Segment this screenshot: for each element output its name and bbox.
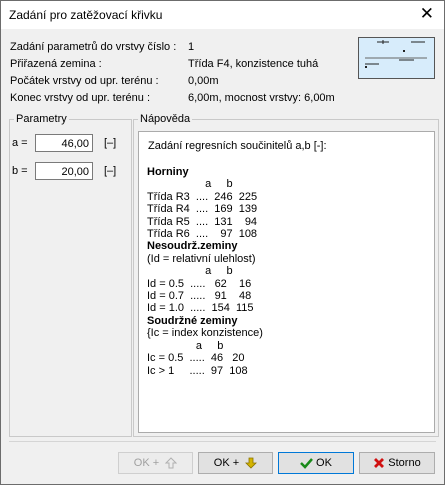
help-title: Zadání regresních součinitelů a,b [-]: bbox=[148, 140, 327, 152]
title-bar: Zadání pro zatěžovací křivku ✕ bbox=[1, 1, 444, 29]
info-value-end: 6,00m, mocnost vrstvy: 6,00m bbox=[188, 92, 335, 104]
ok-plus-down-label: OK + bbox=[213, 457, 240, 469]
arrow-up-icon bbox=[165, 457, 178, 469]
help-horniny-heading: Horniny bbox=[147, 166, 189, 178]
info-label-soil: Přiřazená zemina : bbox=[10, 58, 102, 70]
ok-label: OK bbox=[316, 457, 332, 469]
help-nesoudrz-heading: Nesoudrž.zeminy bbox=[147, 240, 238, 253]
help-horniny-row: Třída R3 .... 246 225 bbox=[147, 190, 258, 203]
help-content: Horniny a b Třída R3 .... 246 225 Třída … bbox=[147, 166, 263, 377]
x-icon bbox=[374, 458, 385, 469]
help-nesoudrz-row: Id = 1.0 ..... 154 115 bbox=[147, 302, 254, 315]
ok-plus-up-label: OK + bbox=[133, 457, 160, 469]
info-label-end: Konec vrstvy od upr. terénu : bbox=[10, 92, 151, 104]
info-label-layer-number: Zadání parametrů do vrstvy číslo : bbox=[10, 41, 177, 53]
close-icon[interactable]: ✕ bbox=[420, 4, 434, 24]
help-soudrzne-row: Ic = 0.5 ..... 46 20 bbox=[147, 352, 245, 365]
dialog-window: Zadání pro zatěžovací křivku ✕ Zadání pa… bbox=[0, 0, 445, 485]
bottom-divider bbox=[9, 441, 436, 442]
info-value-start: 0,00m bbox=[188, 75, 219, 87]
param-a-unit: [–] bbox=[104, 137, 117, 149]
help-nesoudrz-row: Id = 0.7 ..... 91 48 bbox=[147, 290, 252, 303]
param-b-unit: [–] bbox=[104, 165, 117, 177]
help-horniny-row: Třída R6 .... 97 108 bbox=[147, 228, 258, 241]
help-soudrzne-row: Ic > 1 ..... 97 108 bbox=[147, 364, 248, 377]
arrow-down-icon bbox=[245, 457, 258, 469]
layer-preview-graphic bbox=[365, 40, 427, 68]
window-title: Zadání pro zatěžovací křivku bbox=[9, 8, 163, 22]
ok-plus-down-button[interactable]: OK + bbox=[198, 452, 273, 474]
layer-preview-thumbnail bbox=[358, 37, 435, 79]
info-label-start: Počátek vrstvy od upr. terénu : bbox=[10, 75, 159, 87]
param-a-input[interactable]: 46,00 bbox=[35, 134, 93, 152]
param-a-label: a = bbox=[12, 137, 28, 149]
storno-label: Storno bbox=[388, 457, 421, 469]
help-textbox[interactable]: Zadání regresních součinitelů a,b [-]: H… bbox=[138, 131, 435, 433]
napoveda-legend: Nápověda bbox=[140, 113, 191, 125]
help-soudrzne-heading: Soudržné zeminy bbox=[147, 314, 238, 327]
parametry-legend: Parametry bbox=[16, 113, 67, 125]
storno-button[interactable]: Storno bbox=[359, 452, 435, 474]
help-nesoudrz-cols: a b bbox=[147, 265, 233, 278]
info-value-soil: Třída F4, konzistence tuhá bbox=[188, 58, 319, 70]
help-nesoudrz-row: Id = 0.5 ..... 62 16 bbox=[147, 277, 252, 290]
ok-button[interactable]: OK bbox=[278, 452, 354, 474]
help-soudrzne-sub: {Ic = index konzistence) bbox=[147, 327, 263, 340]
help-horniny-row: Třída R5 .... 131 94 bbox=[147, 215, 258, 228]
param-b-input[interactable]: 20,00 bbox=[35, 162, 93, 180]
check-icon bbox=[300, 458, 313, 469]
help-nesoudrz-sub: (Id = relativní ulehlost) bbox=[147, 252, 256, 265]
help-soudrzne-cols: a b bbox=[147, 339, 224, 352]
help-horniny-cols: a b bbox=[147, 178, 233, 191]
help-horniny-row: Třída R4 .... 169 139 bbox=[147, 203, 258, 216]
param-b-label: b = bbox=[12, 165, 28, 177]
info-value-layer-number: 1 bbox=[188, 41, 195, 53]
ok-plus-up-button[interactable]: OK + bbox=[118, 452, 193, 474]
